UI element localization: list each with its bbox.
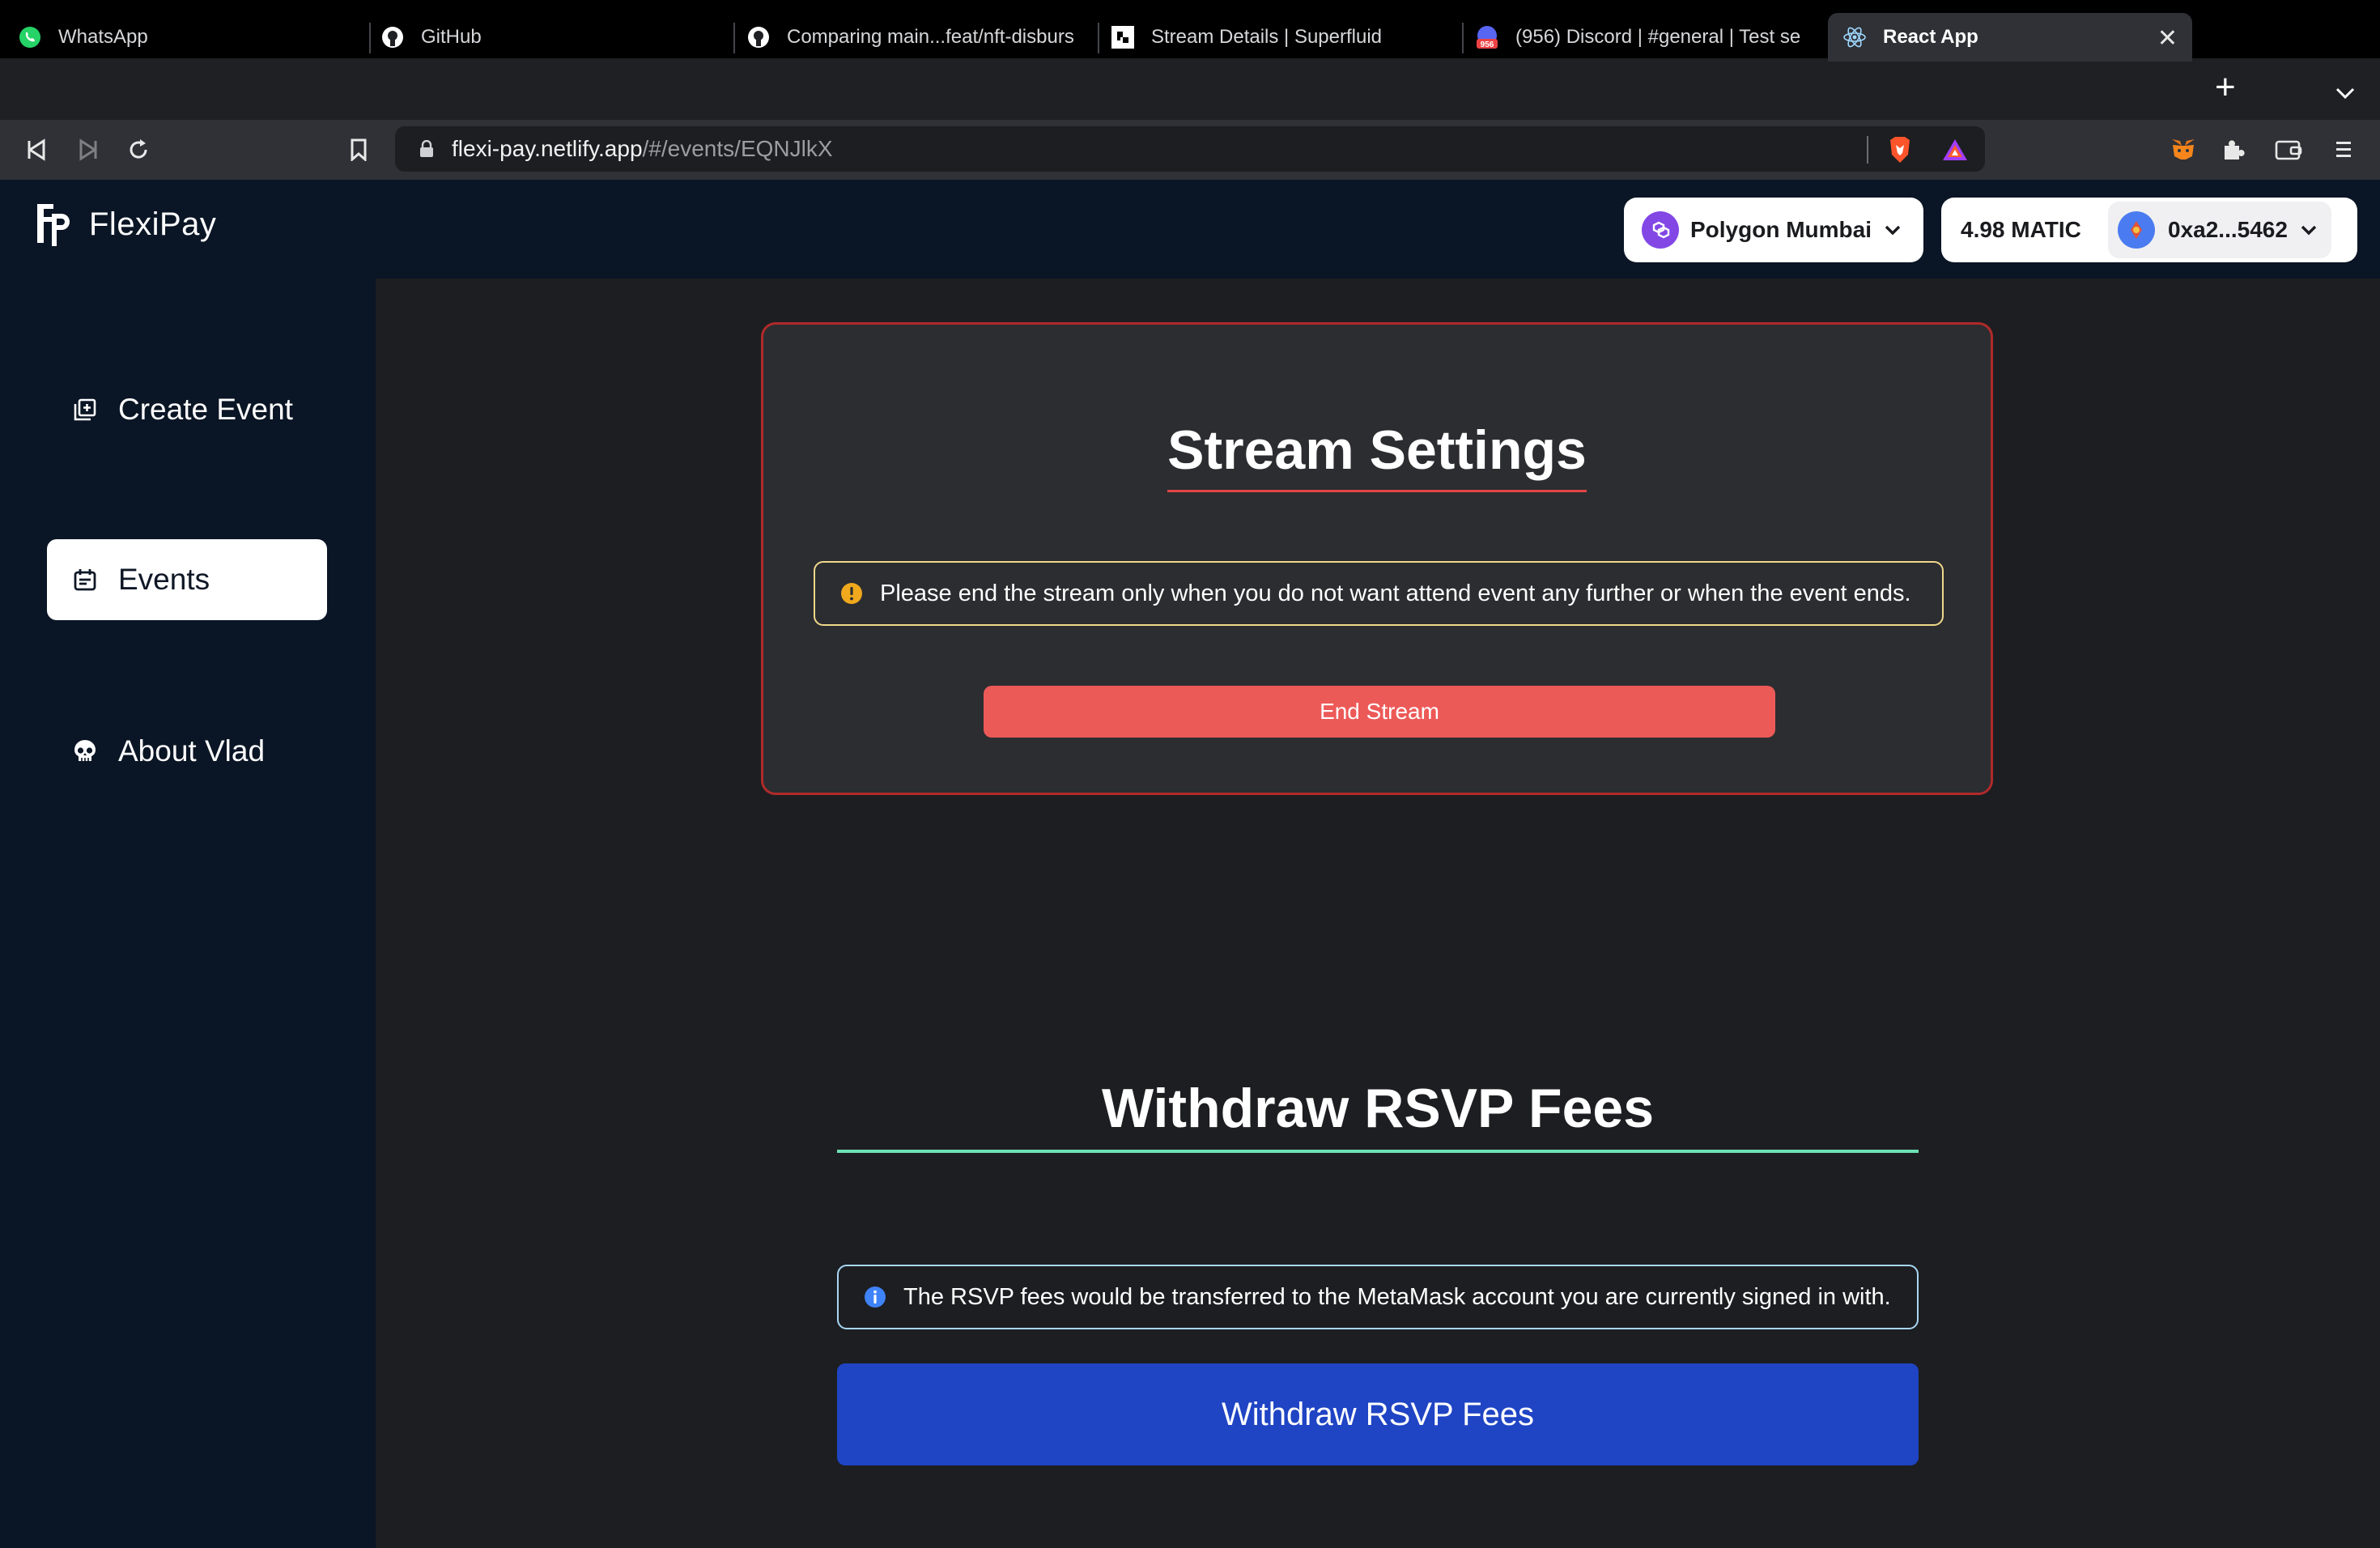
- discord-icon: 956: [1475, 25, 1499, 49]
- back-button[interactable]: [19, 133, 53, 167]
- tab-list-chevron-icon[interactable]: [2335, 81, 2356, 106]
- reload-icon: [130, 139, 147, 159]
- forward-icon: [79, 138, 97, 161]
- new-tab-button[interactable]: +: [2215, 70, 2236, 105]
- wallet-icon[interactable]: [2272, 133, 2306, 167]
- tab-github-compare[interactable]: Comparing main...feat/nft-disburs: [746, 13, 1094, 62]
- metamask-extension-icon[interactable]: [2166, 133, 2200, 167]
- withdraw-info-alert: The RSVP fees would be transferred to th…: [837, 1265, 1919, 1329]
- tab-label: Stream Details | Superfluid: [1151, 26, 1383, 48]
- sidebar-item-label: Create Event: [118, 393, 293, 426]
- info-text: The RSVP fees would be transferred to th…: [903, 1283, 1891, 1310]
- bookmark-button[interactable]: [342, 133, 376, 167]
- warning-text: Please end the stream only when you do n…: [880, 580, 1911, 606]
- reload-button[interactable]: [121, 133, 155, 167]
- tab-label: React App: [1883, 26, 1978, 48]
- skull-icon: [71, 738, 99, 765]
- network-selector[interactable]: Polygon Mumbai: [1624, 198, 1923, 262]
- url-host: flexi-pay.netlify.app: [452, 136, 643, 161]
- polygon-icon: [1642, 211, 1679, 249]
- tab-react-app[interactable]: React App ✕: [1828, 13, 2192, 62]
- chevron-down-icon: [1885, 225, 1901, 236]
- tab-discord[interactable]: 956 (956) Discord | #general | Test se: [1475, 13, 1820, 62]
- stream-settings-card: Stream Settings Please end the stream on…: [761, 322, 1993, 795]
- brave-rewards-icon[interactable]: [1938, 133, 1972, 167]
- account-address: 0xa2...5462: [2168, 217, 2288, 242]
- tab-separator: [733, 23, 735, 53]
- discord-badge: 956: [1481, 40, 1494, 49]
- withdraw-title: Withdraw RSVP Fees: [1101, 1078, 1655, 1139]
- sidebar-item-label: About Vlad: [118, 734, 266, 768]
- url-text: flexi-pay.netlify.app/#/events/EQNJlkX: [452, 136, 833, 162]
- wallet-balance: 4.98 MATIC: [1961, 217, 2081, 242]
- tab-github[interactable]: GitHub: [380, 13, 729, 62]
- bookmark-icon: [351, 138, 367, 161]
- sidebar: [0, 279, 376, 1548]
- tab-separator: [1098, 23, 1099, 53]
- network-name: Polygon Mumbai: [1690, 217, 1872, 242]
- tab-label: GitHub: [421, 26, 482, 48]
- sidebar-item-about-vlad[interactable]: About Vlad: [47, 711, 327, 792]
- lock-icon: [420, 140, 433, 157]
- tab-label: (956) Discord | #general | Test se: [1515, 26, 1801, 48]
- withdraw-rsvp-fees-button[interactable]: Withdraw RSVP Fees: [837, 1363, 1919, 1465]
- stream-settings-title: Stream Settings: [763, 419, 1991, 492]
- whatsapp-icon: [18, 25, 42, 49]
- react-icon: [1842, 25, 1867, 49]
- chevron-down-icon: [2301, 225, 2317, 236]
- tab-superfluid[interactable]: Stream Details | Superfluid: [1111, 13, 1451, 62]
- tab-separator: [369, 23, 371, 53]
- url-path: /#/events/EQNJlkX: [642, 136, 833, 161]
- tab-separator: [1462, 23, 1464, 53]
- stream-warning-alert: Please end the stream only when you do n…: [814, 561, 1944, 626]
- withdraw-title-underline: [837, 1150, 1919, 1153]
- sidebar-item-events[interactable]: Events: [47, 539, 327, 620]
- address-bar-divider: [1867, 136, 1868, 164]
- github-icon: [746, 25, 771, 49]
- tab-label: WhatsApp: [58, 26, 148, 48]
- screen: WhatsApp GitHub Comparing main...feat/nf…: [0, 0, 2380, 1548]
- brand-name: FlexiPay: [89, 206, 217, 242]
- tab-whatsapp[interactable]: WhatsApp: [18, 13, 358, 62]
- brave-shields-icon[interactable]: [1883, 133, 1917, 167]
- create-event-icon: [71, 396, 99, 423]
- flexipay-logo-icon: [37, 204, 70, 246]
- info-icon: [865, 1286, 886, 1308]
- back-icon: [28, 138, 45, 161]
- tab-bar: [0, 58, 2380, 120]
- brand-logo[interactable]: FlexiPay: [34, 201, 216, 248]
- address-bar[interactable]: flexi-pay.netlify.app/#/events/EQNJlkX: [395, 126, 1985, 172]
- end-stream-button[interactable]: End Stream: [984, 686, 1775, 738]
- account-address-chip[interactable]: 0xa2...5462: [2108, 202, 2331, 258]
- superfluid-icon: [1111, 25, 1135, 49]
- sidebar-item-label: Events: [118, 563, 210, 596]
- warning-icon: [841, 583, 862, 604]
- calendar-icon: [71, 566, 99, 593]
- tab-label: Comparing main...feat/nft-disburs: [787, 26, 1074, 48]
- avatar: [2118, 211, 2155, 249]
- extensions-puzzle-icon[interactable]: [2216, 133, 2250, 167]
- github-icon: [380, 25, 405, 49]
- forward-button[interactable]: [71, 133, 105, 167]
- browser-menu-icon[interactable]: [2327, 133, 2361, 167]
- sidebar-item-create-event[interactable]: Create Event: [47, 369, 327, 450]
- account-button[interactable]: 4.98 MATIC 0xa2...5462: [1941, 198, 2357, 262]
- close-tab-icon[interactable]: ✕: [2157, 24, 2178, 53]
